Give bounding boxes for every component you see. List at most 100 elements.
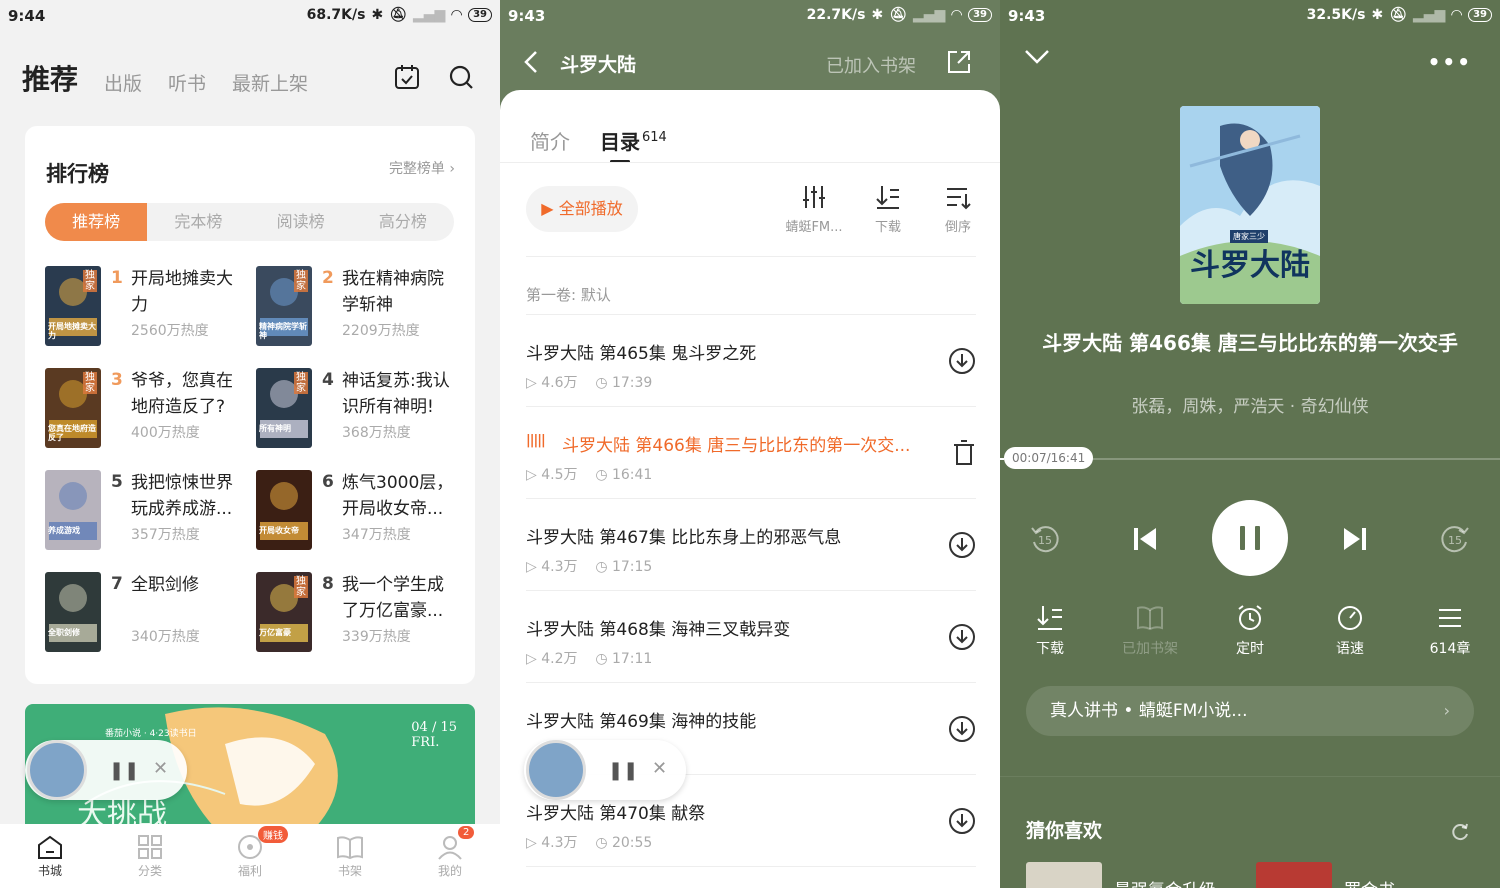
chapters-button[interactable]: 614章 xyxy=(1410,604,1490,658)
nav-bookshelf[interactable]: 书架 xyxy=(300,824,400,888)
rec-title: 罪金书 xyxy=(1344,876,1395,888)
nav-profile[interactable]: 2 我的 xyxy=(400,824,500,888)
cover-text: 养成游戏 xyxy=(48,526,80,535)
tab-intro[interactable]: 简介 xyxy=(530,126,570,155)
tab-recommend-rank[interactable]: 推荐榜 xyxy=(45,203,148,241)
added-to-shelf[interactable]: 已加入书架 xyxy=(826,52,916,78)
book-cover: 全职剑修 xyxy=(45,572,101,652)
play-count: 4.6万 xyxy=(541,375,578,391)
close-icon[interactable]: ✕ xyxy=(153,758,168,779)
rank-number: 2 xyxy=(322,268,334,288)
back-icon[interactable] xyxy=(522,50,542,74)
share-icon[interactable] xyxy=(946,49,972,75)
rank-number: 5 xyxy=(111,472,123,492)
episode-row[interactable]: 斗罗大陆 第465集 鬼斗罗之死 ▷ 4.6万 ◷ 17:39 xyxy=(526,315,976,407)
pause-icon[interactable]: ❚❚ xyxy=(109,760,139,781)
cover-text: 所有神明 xyxy=(259,424,291,433)
ranking-book-item[interactable]: 独家 精神病院学斩神 2 我在精神病院学斩神 2209万热度 xyxy=(256,266,461,348)
mini-player[interactable]: ❚❚ ✕ xyxy=(524,740,686,800)
bluetooth-icon: ✱ xyxy=(371,7,384,23)
episode-row[interactable]: 斗罗大陆 第467集 比比东身上的邪恶气息 ▷ 4.3万 ◷ 17:15 xyxy=(526,499,976,591)
tab-new[interactable]: 最新上架 xyxy=(232,69,308,98)
download-button[interactable]: 下载 xyxy=(848,184,928,235)
sort-icon xyxy=(947,188,971,210)
mini-player-cover[interactable] xyxy=(27,740,87,800)
forward-15-icon[interactable]: 15 xyxy=(1438,522,1472,556)
download-icon xyxy=(876,186,899,209)
reverse-order-button[interactable]: 倒序 xyxy=(918,184,998,235)
fm-source-button[interactable]: 蜻蜓FM... xyxy=(774,184,854,235)
mini-player-cover[interactable] xyxy=(526,740,586,800)
tab-audiobook[interactable]: 听书 xyxy=(168,69,206,98)
tab-recommend[interactable]: 推荐 xyxy=(22,58,78,98)
episode-meta: ▷ 4.6万 ◷ 17:39 xyxy=(526,372,652,392)
episode-row[interactable]: ||||| 斗罗大陆 第466集 唐三与比比东的第一次交... ▷ 4.5万 ◷ 1… xyxy=(526,407,976,499)
previous-icon[interactable] xyxy=(1130,524,1160,554)
rewind-15-icon[interactable]: 15 xyxy=(1028,522,1062,556)
fn-label: 语速 xyxy=(1336,641,1364,657)
download-circle-icon[interactable] xyxy=(948,623,976,651)
download-button[interactable]: 下载 xyxy=(1010,604,1090,658)
close-icon[interactable]: ✕ xyxy=(652,758,667,779)
book-name: 炼气3000层，开局收女帝... xyxy=(342,473,454,519)
divider xyxy=(526,256,976,257)
tab-score-rank[interactable]: 高分榜 xyxy=(352,203,454,241)
pause-icon xyxy=(1240,526,1260,550)
pause-button[interactable] xyxy=(1212,500,1288,576)
fn-label: 614章 xyxy=(1429,641,1471,657)
download-circle-icon[interactable] xyxy=(948,347,976,375)
episode-row[interactable]: 斗罗大陆 第468集 海神三叉戟异变 ▷ 4.2万 ◷ 17:11 xyxy=(526,591,976,683)
cover-text: 开局收女帝 xyxy=(259,526,299,535)
download-circle-icon[interactable] xyxy=(948,715,976,743)
download-circle-icon[interactable] xyxy=(948,531,976,559)
delete-icon[interactable] xyxy=(952,439,976,467)
speed-button[interactable]: 语速 xyxy=(1310,604,1390,658)
nav-welfare[interactable]: 赚钱 福利 xyxy=(200,824,300,888)
ranking-book-item[interactable]: 养成游戏 5 我把惊悚世界玩成养成游... 357万热度 xyxy=(45,470,250,552)
ranking-book-item[interactable]: 独家 开局地摊卖大力 1 开局地摊卖大力 2560万热度 xyxy=(45,266,250,348)
ranking-book-item[interactable]: 开局收女帝 6 炼气3000层，开局收女帝... 347万热度 xyxy=(256,470,461,552)
signal-icon: ▂▄▆ xyxy=(412,7,446,23)
episode-meta: ▷ 4.3万 ◷ 20:55 xyxy=(526,832,652,852)
ranking-book-item[interactable]: 独家 您真在地府造反了 3 爷爷，您真在地府造反了? 400万热度 xyxy=(45,368,250,450)
top-nav: 推荐 出版 听书 最新上架 xyxy=(22,58,308,98)
ranking-book-item[interactable]: 独家 所有神明 4 神话复苏:我认识所有神明! 368万热度 xyxy=(256,368,461,450)
download-circle-icon[interactable] xyxy=(948,807,976,835)
play-count: 4.5万 xyxy=(541,467,578,483)
book-name: 我在精神病院学斩神 xyxy=(342,269,444,315)
refresh-icon[interactable] xyxy=(1450,822,1470,842)
tab-finished-rank[interactable]: 完本榜 xyxy=(147,203,249,241)
pause-icon[interactable]: ❚❚ xyxy=(608,760,638,781)
status-time: 9:43 xyxy=(508,7,546,25)
status-bar: 9:44 68.7K/s ✱ 🔕︎ ▂▄▆ ◠ 39 xyxy=(0,0,500,32)
search-icon[interactable] xyxy=(448,64,474,90)
episode-title: 斗罗大陆 第466集 唐三与比比东的第一次交... xyxy=(562,436,911,456)
rec-cover xyxy=(1026,862,1102,888)
mini-player[interactable]: ❚❚ ✕ xyxy=(25,740,187,800)
nav-category[interactable]: 分类 xyxy=(100,824,200,888)
clock-icon: ◷ xyxy=(595,559,608,575)
full-ranking-link[interactable]: 完整榜单 › xyxy=(389,158,455,178)
chevron-down-icon[interactable] xyxy=(1024,48,1050,66)
nav-bookstore[interactable]: 书城 xyxy=(0,824,100,888)
episode-meta: ▷ 4.2万 ◷ 17:11 xyxy=(526,648,652,668)
episode-meta: ▷ 4.3万 ◷ 17:15 xyxy=(526,556,652,576)
tab-toc[interactable]: 目录 614 xyxy=(600,126,667,163)
ranking-book-item[interactable]: 全职剑修 7 全职剑修 340万热度 xyxy=(45,572,250,654)
bottom-nav: 书城 分类 赚钱 福利 书架 2 我的 xyxy=(0,824,500,888)
more-icon[interactable]: ••• xyxy=(1428,50,1472,74)
tab-read-rank[interactable]: 阅读榜 xyxy=(250,203,352,241)
play-all-button[interactable]: ▶ 全部播放 xyxy=(526,186,638,232)
next-icon[interactable] xyxy=(1340,524,1370,554)
battery-icon: 39 xyxy=(468,8,492,22)
tab-publish[interactable]: 出版 xyxy=(104,69,142,98)
calendar-icon[interactable] xyxy=(394,64,420,90)
ranking-book-item[interactable]: 独家 万亿富豪 8 我一个学生成了万亿富豪... 339万热度 xyxy=(256,572,461,654)
catalog-sheet: 简介 目录 614 ▶ 全部播放 蜻蜓FM... 下载 倒序 第一卷: 默认 斗罗… xyxy=(500,90,1000,888)
progress-handle[interactable]: 00:07/16:41 xyxy=(1004,447,1094,469)
timer-button[interactable]: 定时 xyxy=(1210,604,1290,658)
ranking-tabs: 推荐榜 完本榜 阅读榜 高分榜 xyxy=(45,203,454,241)
status-time: 9:43 xyxy=(1008,7,1046,25)
tool-label: 蜻蜓FM... xyxy=(785,220,843,235)
narration-source-bar[interactable]: 真人讲书 • 蜻蜓FM小说... › xyxy=(1026,686,1474,736)
